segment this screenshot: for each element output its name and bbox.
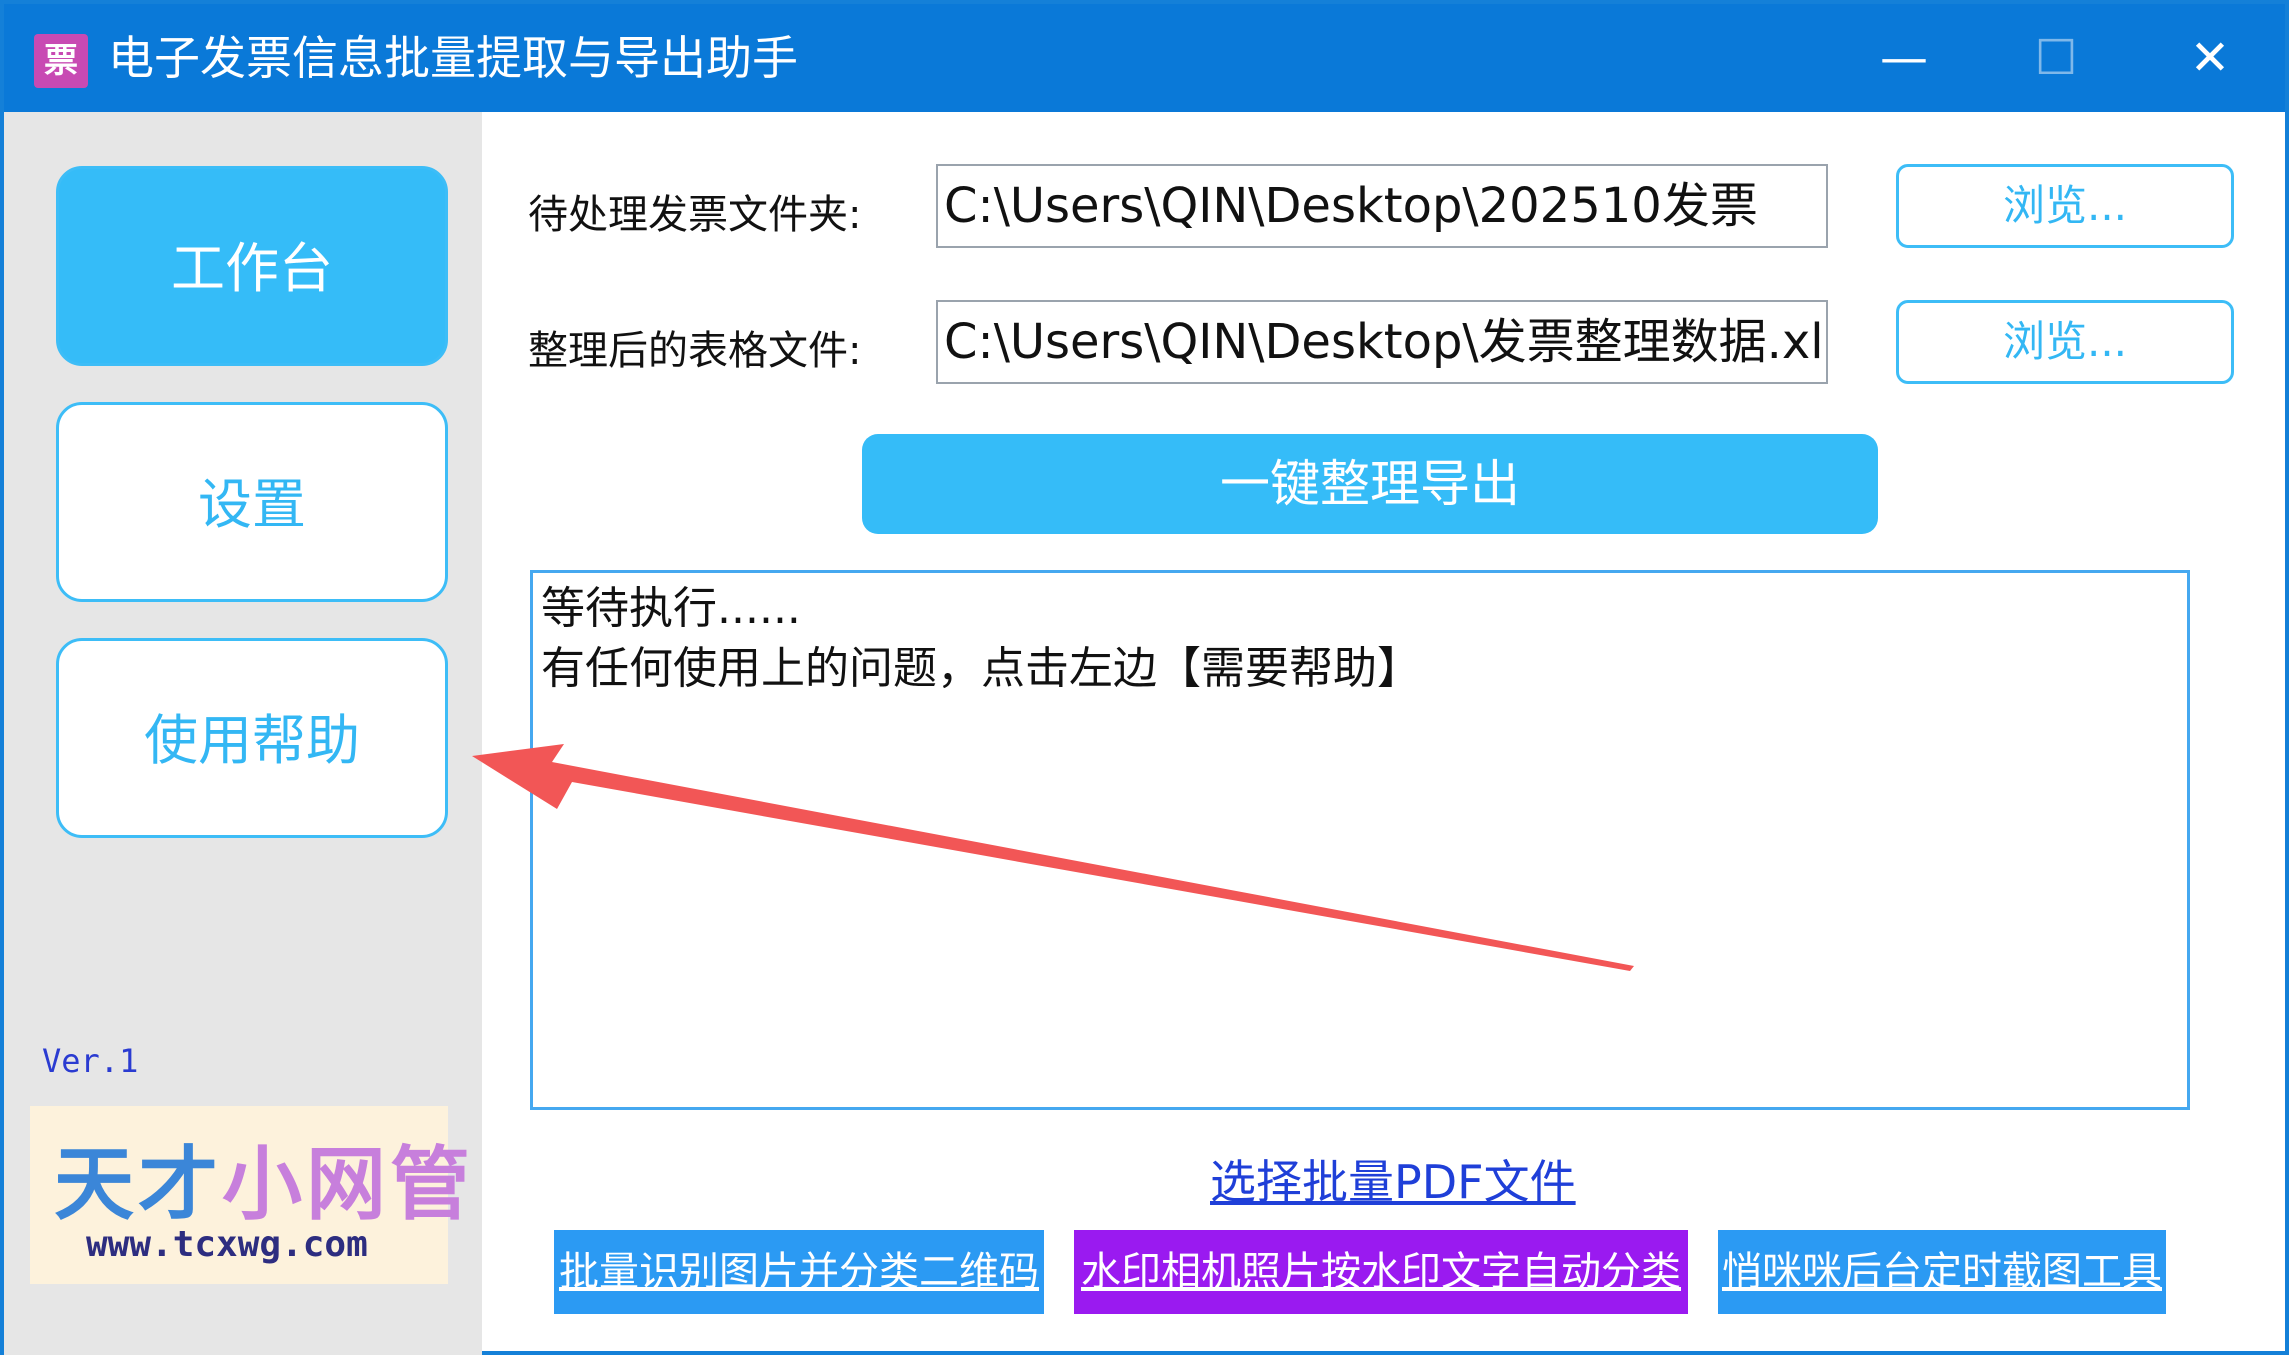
annotation-arrow <box>472 744 1634 971</box>
app-window: 票 电子发票信息批量提取与导出助手 — ☐ ✕ 工作台 设置 使用帮助 Ver.… <box>0 0 2289 1355</box>
annotation-arrow-shape <box>472 744 1634 971</box>
